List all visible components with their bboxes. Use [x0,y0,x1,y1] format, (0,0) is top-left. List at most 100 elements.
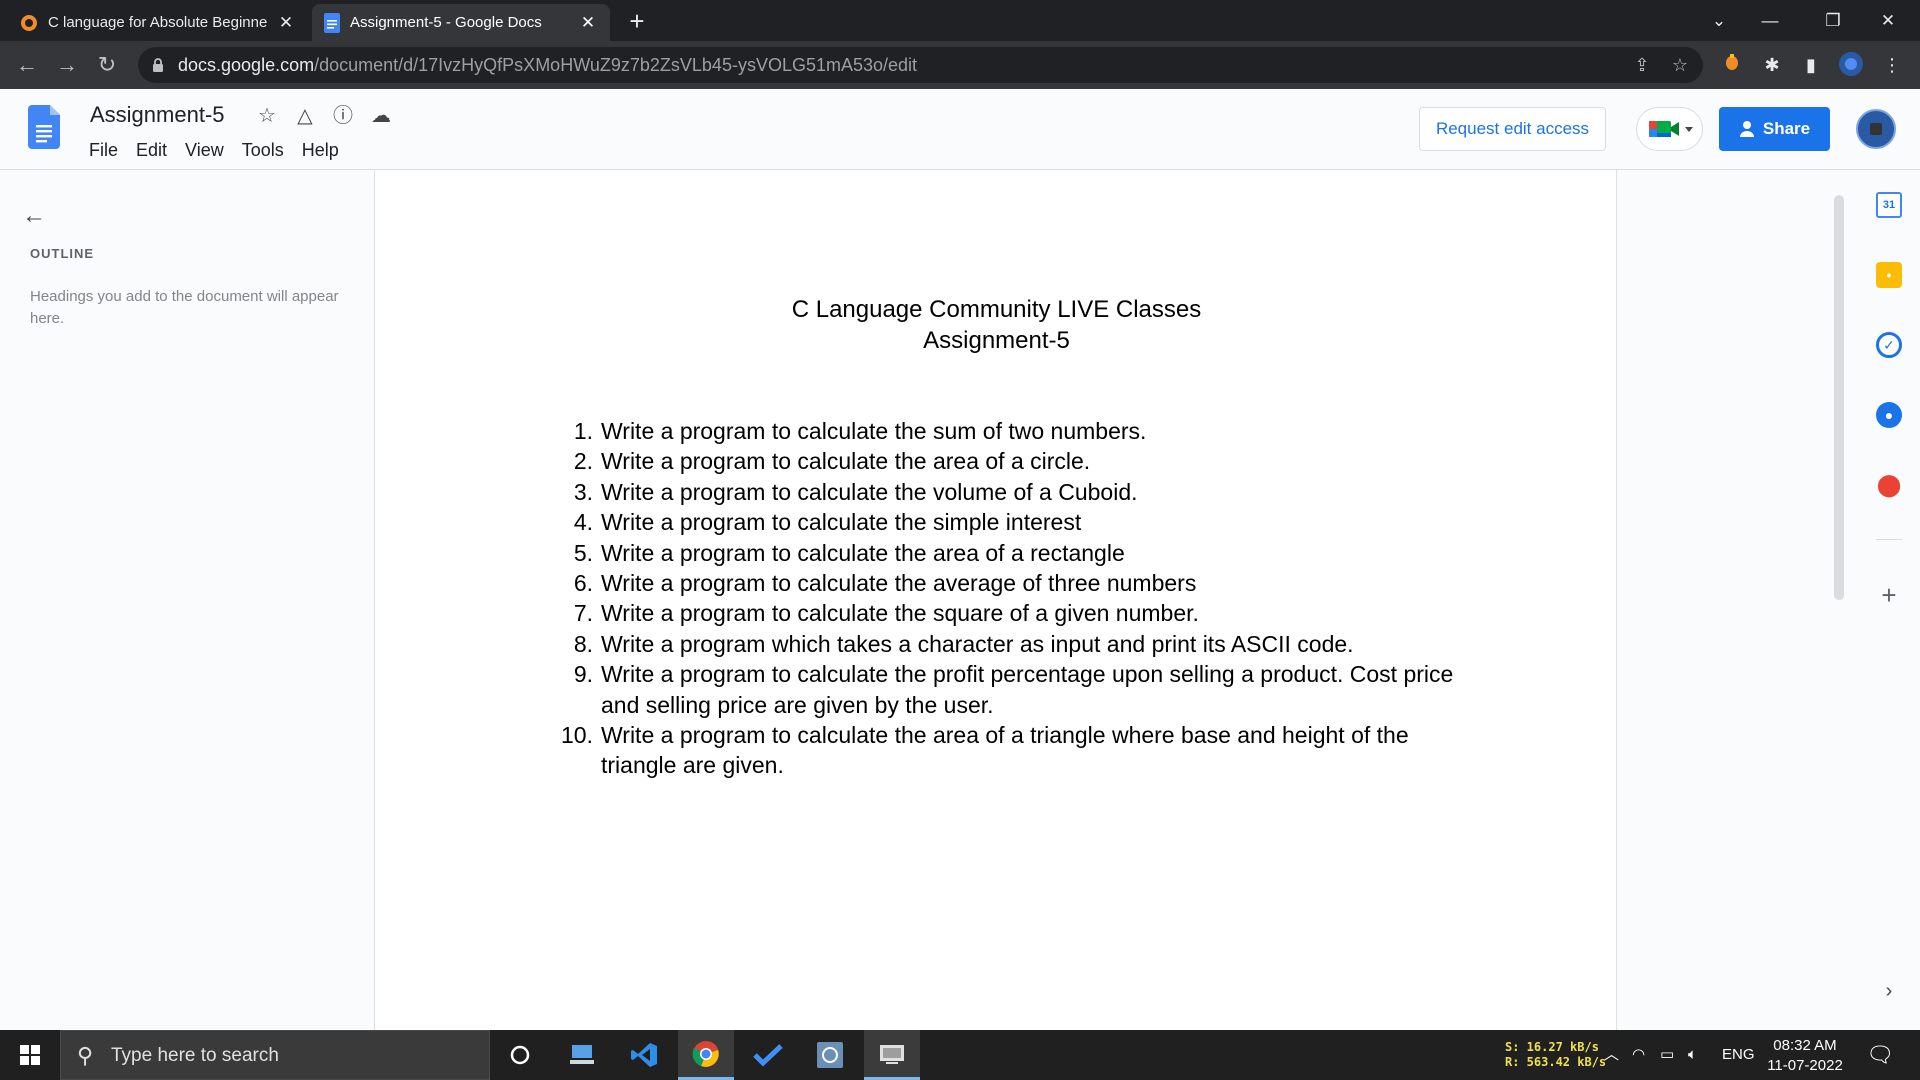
course-favicon-icon [21,14,37,31]
notifications-icon[interactable]: 🗨︎ [1866,1042,1894,1068]
menu-view[interactable]: View [176,138,233,163]
close-window-button[interactable]: ✕ [1865,0,1911,41]
reload-button[interactable]: ↻ [90,48,124,82]
browser-tab-strip: C language for Absolute Beginne ✕ Assign… [0,0,1920,41]
taskbar-app-network-icon[interactable] [554,1030,610,1080]
list-item-text: Write a program which takes a character … [601,630,1354,657]
side-panel-divider [1876,539,1902,540]
back-button[interactable]: ← [10,48,44,82]
system-clock[interactable]: 08:32 AM 11-07-2022 [1760,1036,1850,1076]
chrome-icon[interactable] [678,1030,734,1080]
browser-toolbar: ← → ↻ docs.google.com/document/d/17IvzHy… [0,41,1920,89]
show-hidden-icons-chevron-icon[interactable]: ︿ [1604,1030,1619,1080]
profile-icon[interactable] [1837,51,1865,79]
new-tab-button[interactable]: + [620,4,654,38]
minimize-button[interactable]: — [1747,0,1793,41]
list-item: 5. Write a program to calculate the area … [561,538,1461,568]
browser-tab-google-docs[interactable]: Assignment-5 - Google Docs ✕ [312,4,610,41]
url-host: docs.google.com [178,55,315,75]
document-title[interactable]: Assignment-5 [90,102,225,128]
list-item-text: Write a program to calculate the area of… [601,722,1409,779]
list-item-text: Write a program to calculate the simple … [601,509,1082,536]
heading-line-1: C Language Community LIVE Classes [791,296,1202,323]
calendar-icon[interactable]: 31 [1876,192,1902,218]
chrome-menu-icon[interactable]: ⋮ [1878,51,1906,79]
document-scrollbar[interactable] [1834,195,1844,600]
close-tab-icon[interactable]: ✕ [276,13,296,33]
start-button[interactable] [0,1030,60,1080]
list-item-text: Write a program to calculate the area of… [601,539,1125,566]
google-docs-logo-icon[interactable] [28,105,60,149]
side-panel: 31 • ✓ ● ⬤ + › [1860,170,1920,1030]
heading-line-2: Assignment-5 [923,327,1070,354]
list-item-text: Write a program to calculate the square … [601,600,1199,627]
outline-title: OUTLINE [30,246,95,261]
search-icon: ⚲ [77,1043,94,1068]
share-page-icon[interactable]: ⇪ [1630,53,1654,77]
list-number: 4. [573,509,593,536]
address-bar[interactable]: docs.google.com/document/d/17IvzHyQfPsXM… [138,47,1703,83]
cloud-status-icon[interactable]: ☁ [368,103,394,129]
list-item: 4. Write a program to calculate the simpl… [561,507,1461,537]
extensions-puzzle-icon[interactable]: ✱ [1758,51,1786,79]
list-number: 10. [561,722,593,749]
menu-edit[interactable]: Edit [127,138,176,163]
contacts-icon[interactable]: ● [1876,402,1902,428]
side-panel-icon[interactable]: ▮ [1797,51,1825,79]
battery-icon[interactable]: ▭ [1660,1030,1674,1080]
close-tab-icon[interactable]: ✕ [578,13,598,33]
restore-button[interactable]: ❐ [1810,0,1856,41]
wifi-icon[interactable]: ◠ [1632,1030,1645,1080]
keep-icon[interactable]: • [1876,262,1902,288]
taskbar-app-snip-icon[interactable] [864,1030,920,1080]
menu-help[interactable]: Help [293,138,348,163]
get-add-ons-icon[interactable]: + [1874,580,1904,611]
url-text: docs.google.com/document/d/17IvzHyQfPsXM… [178,47,917,83]
list-number: 1. [573,418,593,444]
taskbar-search-box[interactable]: ⚲ Type here to search [60,1030,490,1080]
vscode-icon[interactable] [616,1030,672,1080]
list-number: 3. [573,478,593,505]
list-item: 2. Write a program to calculate the area … [561,446,1461,476]
net-send-speed: S: 16.27 kB/s [1505,1040,1599,1054]
show-side-panel-chevron-icon[interactable]: › [1874,980,1904,1003]
share-people-icon [1739,121,1754,137]
tasks-icon[interactable]: ✓ [1876,332,1902,358]
docs-header: Assignment-5 ☆ △ ⓘ ☁ File Edit View Tool… [0,89,1920,170]
extension-orange-icon[interactable] [1718,51,1746,79]
tab-title: C language for Absolute Beginne [48,14,268,31]
document-outline-panel: ← OUTLINE Headings you add to the docume… [0,170,374,1030]
document-page[interactable]: C Language Community LIVE Classes Assign… [374,170,1617,1030]
list-item-text: Write a program to calculate the average… [601,570,1197,597]
list-item-text: Write a program to calculate the area of… [601,448,1091,475]
taskbar-app-photo-icon[interactable] [802,1030,858,1080]
list-item: 9. Write a program to calculate the profi… [561,659,1461,720]
clock-time: 08:32 AM [1773,1037,1837,1054]
maps-icon[interactable]: ⬤ [1876,472,1902,498]
list-item: 10. Write a program to calculate the area… [561,720,1461,781]
list-number: 9. [573,661,593,688]
todo-check-icon[interactable] [740,1030,796,1080]
bookmark-star-icon[interactable]: ☆ [1668,53,1692,77]
star-icon[interactable]: ☆ [254,103,280,129]
cortana-button[interactable] [492,1030,548,1080]
url-path: /document/d/17IvzHyQfPsXMoHWuZ9z7b2ZsVLb… [314,55,918,75]
document-info-icon[interactable]: ⓘ [330,103,356,129]
menu-file[interactable]: File [80,138,127,163]
request-edit-access-button[interactable]: Request edit access [1419,107,1606,151]
windows-taskbar: ⚲ Type here to search S: 16.27 kB/s R: 5… [0,1030,1920,1080]
menu-tools[interactable]: Tools [233,138,293,163]
lock-icon [153,58,163,72]
share-button[interactable]: Share [1719,107,1830,151]
volume-icon[interactable]: 🔈︎ [1688,1030,1697,1080]
tab-search-icon[interactable]: ⌄ [1696,0,1742,41]
language-indicator[interactable]: ENG [1722,1030,1755,1080]
close-outline-arrow-icon[interactable]: ← [22,202,46,230]
browser-tab-c-language[interactable]: C language for Absolute Beginne ✕ [8,4,308,41]
meet-button[interactable] [1636,107,1703,151]
add-shortcut-to-drive-icon[interactable]: △ [292,103,318,129]
account-avatar[interactable] [1856,109,1896,149]
forward-button[interactable]: → [50,48,84,82]
list-number: 6. [573,570,593,597]
share-label: Share [1762,119,1811,138]
